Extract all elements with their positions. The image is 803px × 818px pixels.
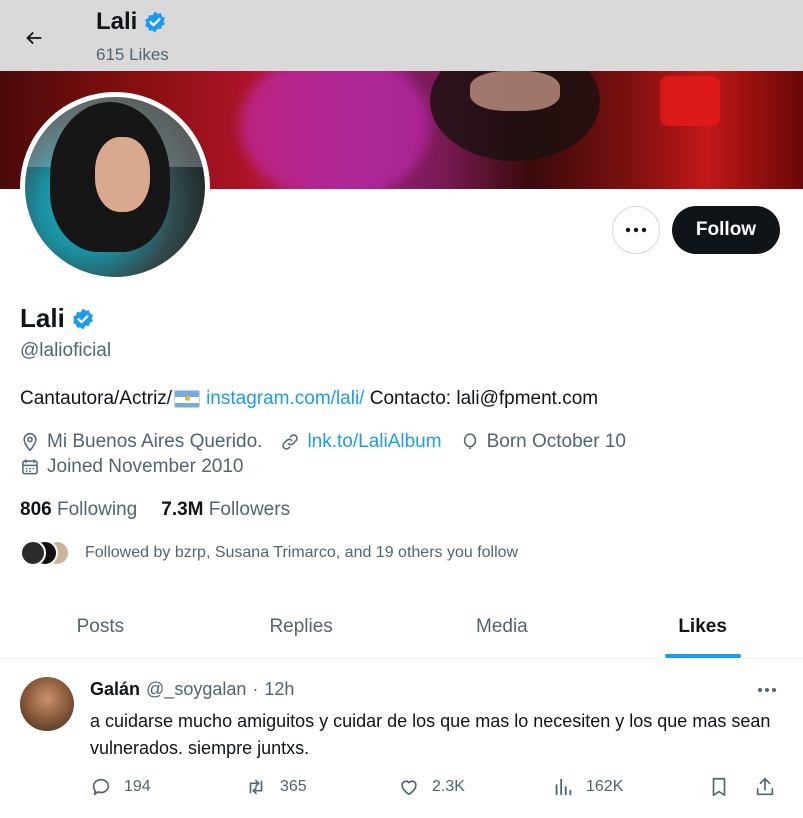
bookmark-button[interactable] [708, 776, 730, 798]
reply-count: 194 [124, 778, 151, 795]
birthday-item: Born October 10 [460, 431, 626, 453]
reply-button[interactable]: 194 [90, 776, 151, 798]
tweet-time[interactable]: 12h [264, 679, 294, 700]
back-arrow-icon [26, 31, 42, 45]
bio-text: Cantautora/Actriz/ [20, 388, 173, 409]
joined-text: Joined November 2010 [47, 456, 244, 477]
profile-avatar[interactable] [20, 92, 210, 282]
tweet-separator: · [252, 679, 259, 699]
views-count: 162K [586, 778, 624, 795]
location-item: Mi Buenos Aires Querido. [20, 431, 262, 453]
following-stat[interactable]: 806 Following [20, 499, 137, 521]
location-text: Mi Buenos Aires Querido. [47, 431, 263, 452]
like-count: 2.3K [432, 778, 465, 795]
tweet-actions: 194 365 2.3K 162K [90, 776, 790, 806]
tweet-text: a cuidarse mucho amiguitos y cuidar de l… [90, 711, 771, 758]
tab-media[interactable]: Media [402, 596, 603, 658]
avatar[interactable] [20, 677, 74, 731]
back-button[interactable] [16, 20, 52, 56]
repost-icon [249, 779, 263, 795]
bookmark-icon [712, 777, 726, 797]
reply-icon [92, 778, 110, 796]
followers-count: 7.3M [161, 499, 204, 520]
tweet-more-button[interactable] [752, 678, 782, 702]
birthday-text: Born October 10 [486, 431, 626, 452]
tab-label: Media [476, 616, 528, 637]
profile-bio: Cantautora/Actriz/ instagram.com/lali/ C… [20, 388, 598, 410]
like-button[interactable]: 2.3K [398, 776, 465, 798]
followers-stat[interactable]: 7.3M Followers [161, 499, 290, 521]
views-button[interactable]: 162K [552, 776, 623, 798]
tab-label: Likes [678, 616, 727, 637]
profile-meta-joined: Joined November 2010 [20, 456, 261, 478]
header-title-row: Lali [96, 8, 167, 36]
follow-button[interactable]: Follow [672, 206, 780, 254]
website-link[interactable]: lnk.to/LaliAlbum [307, 431, 441, 453]
location-icon [23, 432, 37, 452]
avatar [20, 540, 46, 566]
header-title: Lali [96, 8, 138, 35]
followed-by[interactable]: Followed by bzrp, Susana Trimarco, and 1… [20, 540, 518, 566]
tweet-author-handle[interactable]: @_soygalan [146, 679, 246, 700]
tab-replies[interactable]: Replies [201, 596, 402, 658]
views-icon [555, 778, 572, 796]
followers-label: Followers [208, 499, 291, 520]
following-count: 806 [20, 499, 52, 520]
calendar-icon [22, 459, 38, 475]
active-tab-indicator [664, 654, 741, 658]
tweet-author-name[interactable]: Galán [90, 679, 140, 700]
followed-by-avatars [20, 540, 72, 566]
verified-badge-icon[interactable] [71, 307, 95, 331]
profile-meta: Mi Buenos Aires Querido. lnk.to/LaliAlbu… [20, 431, 644, 453]
tab-posts[interactable]: Posts [0, 596, 201, 658]
more-icon [625, 227, 647, 233]
profile-stats: 806 Following 7.3M Followers [20, 499, 290, 521]
profile-name-row: Lali [20, 303, 95, 334]
link-icon [282, 434, 299, 450]
bio-link[interactable]: instagram.com/lali/ [206, 388, 364, 410]
more-icon [758, 688, 776, 692]
following-label: Following [56, 499, 138, 520]
more-options-button[interactable] [612, 206, 660, 254]
tweet-header: Galán @_soygalan · 12h [90, 679, 294, 700]
tweet[interactable]: Galán @_soygalan · 12h a cuidarse mucho … [0, 660, 803, 818]
bio-contact: Contacto: lali@fpment.com [369, 388, 599, 409]
repost-button[interactable]: 365 [244, 776, 307, 798]
argentina-flag-icon [174, 390, 201, 408]
repost-count: 365 [280, 778, 307, 795]
header-likes-count: 615 Likes [96, 45, 169, 64]
like-icon [401, 780, 417, 796]
profile-name: Lali [20, 303, 65, 333]
birthday-icon [463, 433, 476, 450]
verified-badge-icon [145, 11, 166, 33]
top-bar: Lali 615 Likes [0, 0, 803, 71]
joined-item: Joined November 2010 [20, 456, 243, 478]
profile-tabs: Posts Replies Media Likes [0, 596, 803, 659]
followed-by-text: Followed by bzrp, Susana Trimarco, and 1… [85, 544, 519, 561]
profile-handle: @lalioficial [20, 340, 112, 361]
website-item[interactable]: lnk.to/LaliAlbum [280, 431, 442, 453]
tab-label: Posts [76, 616, 125, 637]
tab-likes[interactable]: Likes [602, 596, 803, 658]
share-icon [756, 777, 774, 796]
tab-label: Replies [269, 616, 333, 637]
share-button[interactable] [754, 776, 776, 798]
